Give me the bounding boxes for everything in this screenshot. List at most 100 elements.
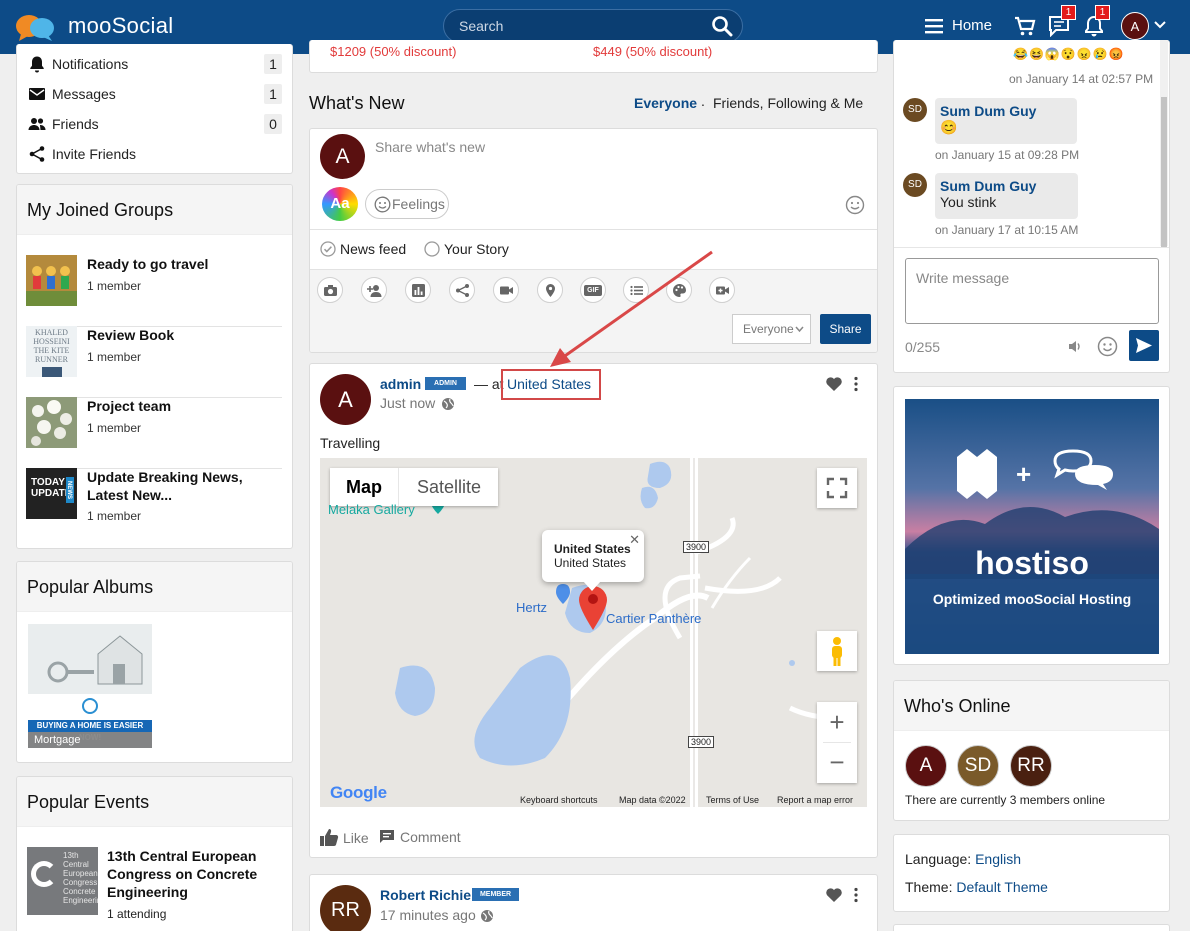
volume-icon[interactable]: [1067, 339, 1083, 354]
group-thumbnail[interactable]: KHALED HOSSEINI THE KITE RUNNER: [26, 326, 77, 377]
share-link-button[interactable]: [449, 277, 475, 303]
group-members: 1 member: [87, 421, 142, 435]
online-avatar[interactable]: RR: [1010, 745, 1052, 787]
map-footer-link[interactable]: Terms of Use: [706, 795, 759, 805]
group-thumbnail[interactable]: [26, 397, 77, 448]
event-title[interactable]: 13th Central European Congress on Concre…: [107, 847, 277, 901]
post-location-link[interactable]: United States: [507, 376, 591, 392]
heart-icon[interactable]: [825, 376, 843, 392]
group-thumbnail[interactable]: [26, 255, 77, 306]
street-view-button[interactable]: [817, 631, 857, 671]
post-author[interactable]: admin: [380, 376, 421, 392]
people-icon: [28, 118, 46, 130]
video-button[interactable]: [493, 277, 519, 303]
more-options-icon[interactable]: [853, 376, 859, 392]
google-logo[interactable]: Google: [330, 783, 387, 803]
event-thumbnail[interactable]: 13th Central European Congress Concrete …: [27, 847, 98, 915]
map-embed[interactable]: Map Satellite Melaka Gallery United Stat…: [320, 458, 867, 807]
user-avatar[interactable]: A: [1121, 12, 1149, 40]
send-button[interactable]: [1129, 330, 1159, 361]
text-style-button[interactable]: Aa: [322, 187, 358, 221]
home-link[interactable]: Home: [952, 17, 992, 34]
sender-name[interactable]: Sum Dum Guy: [940, 103, 1072, 119]
album-thumbnail[interactable]: BUYING A HOME IS EASIER NOW! Mortgage: [28, 624, 152, 748]
chart-icon: [412, 284, 425, 297]
messages-badge: 1: [1061, 5, 1076, 20]
group-name[interactable]: Update Breaking News, Latest New...: [87, 468, 282, 504]
post-time[interactable]: 17 minutes ago: [380, 907, 476, 923]
post-avatar[interactable]: RR: [320, 885, 371, 931]
map-tab[interactable]: Map: [330, 468, 399, 506]
annotation-arrow-icon: [550, 250, 713, 367]
group-members: 1 member: [87, 509, 142, 523]
chevron-down-icon[interactable]: [1154, 20, 1166, 30]
map-footer-link[interactable]: Report a map error: [777, 795, 853, 805]
feelings-button[interactable]: Feelings: [365, 189, 449, 219]
zoom-in-button[interactable]: +: [817, 702, 857, 742]
zoom-out-button[interactable]: −: [817, 743, 857, 783]
message-input[interactable]: Write message: [905, 258, 1159, 324]
satellite-tab[interactable]: Satellite: [400, 468, 498, 506]
post-author[interactable]: Robert Richie: [380, 887, 471, 903]
section-title: My Joined Groups: [17, 185, 292, 235]
chat-avatar[interactable]: SD: [903, 173, 927, 197]
group-thumbnail[interactable]: TODAY UPDATE NEWS: [26, 468, 77, 519]
menu-friends[interactable]: Friends 0: [28, 114, 282, 134]
group-name[interactable]: Ready to go travel: [87, 255, 282, 273]
fullscreen-button[interactable]: [817, 468, 857, 508]
close-icon[interactable]: ✕: [629, 532, 640, 548]
hamburger-menu-icon[interactable]: [924, 17, 944, 35]
privacy-select[interactable]: Everyone: [732, 314, 811, 344]
emoji-picker-icon[interactable]: [845, 195, 865, 215]
message-text: You stink: [940, 194, 997, 210]
cart-icon[interactable]: [1014, 15, 1036, 37]
like-button[interactable]: Like: [320, 829, 369, 846]
language-row: Language: English: [905, 851, 1021, 867]
thumb-text: European: [63, 869, 98, 878]
thumb-text: KHALED: [35, 328, 68, 337]
map-poi-label[interactable]: Hertz: [516, 600, 547, 615]
chat-scrollbar[interactable]: [1161, 97, 1167, 247]
menu-messages[interactable]: Messages 1: [28, 84, 282, 104]
online-avatar[interactable]: A: [905, 745, 947, 787]
menu-invite-friends[interactable]: Invite Friends: [28, 144, 282, 164]
online-avatar[interactable]: SD: [957, 745, 999, 787]
moosocial-logo-icon[interactable]: [15, 12, 55, 42]
group-item[interactable]: Project team 1 member: [26, 397, 282, 469]
hosting-ad-banner[interactable]: + hostiso Optimized mooSocial Hosting: [905, 399, 1159, 654]
house-keys-thumb-icon: [28, 624, 152, 694]
story-option[interactable]: Your Story: [424, 241, 509, 257]
group-item[interactable]: Ready to go travel 1 member: [26, 255, 282, 327]
composer-avatar[interactable]: A: [320, 134, 365, 179]
share-button[interactable]: Share: [820, 314, 871, 344]
camera-button[interactable]: [317, 277, 343, 303]
group-name[interactable]: Project team: [87, 397, 282, 415]
group-name[interactable]: Review Book: [87, 326, 282, 344]
chat-avatar[interactable]: SD: [903, 98, 927, 122]
popular-events-card: Popular Events 13th Central European Con…: [16, 776, 293, 931]
search-icon[interactable]: [711, 15, 733, 37]
heart-icon[interactable]: [825, 887, 843, 903]
post-avatar[interactable]: A: [320, 374, 371, 425]
language-link[interactable]: English: [975, 851, 1021, 867]
group-item[interactable]: KHALED HOSSEINI THE KITE RUNNER Review B…: [26, 326, 282, 398]
menu-notifications[interactable]: Notifications 1: [28, 54, 282, 74]
sender-name[interactable]: Sum Dum Guy: [940, 178, 1073, 194]
emoji-picker-icon[interactable]: [1097, 336, 1118, 357]
post-time[interactable]: Just now: [380, 395, 435, 411]
map-poi-label[interactable]: Cartier Panthère: [606, 611, 701, 626]
search-input[interactable]: Search: [443, 9, 743, 43]
brand-name[interactable]: mooSocial: [68, 13, 173, 39]
more-options-icon[interactable]: [853, 887, 859, 903]
poll-button[interactable]: [405, 277, 431, 303]
group-item[interactable]: TODAY UPDATE NEWS Update Breaking News, …: [26, 468, 282, 540]
map-footer-link[interactable]: Keyboard shortcuts: [520, 795, 598, 805]
tag-friends-button[interactable]: [361, 277, 387, 303]
comment-button[interactable]: Comment: [379, 829, 461, 845]
filter-friends[interactable]: Friends, Following & Me: [713, 95, 863, 111]
map-poi-label[interactable]: Melaka Gallery: [328, 502, 415, 517]
theme-link[interactable]: Default Theme: [956, 879, 1048, 895]
composer-input[interactable]: Share what's new: [375, 139, 485, 155]
newsfeed-option[interactable]: News feed: [320, 241, 406, 257]
filter-everyone[interactable]: Everyone: [634, 95, 697, 111]
